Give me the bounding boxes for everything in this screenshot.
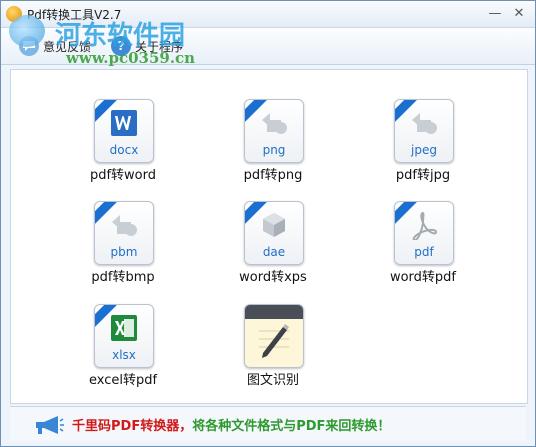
tool-pdf-to-jpg[interactable]: jpeg pdf转jpg bbox=[368, 99, 478, 189]
feedback-label: 意见反馈 bbox=[43, 39, 92, 54]
tool-grid: docx pdf转word png pdf转png jpeg pdf转jpg p… bbox=[10, 69, 528, 404]
word-icon: docx bbox=[94, 99, 154, 163]
tool-pdf-to-word[interactable]: docx pdf转word bbox=[68, 99, 178, 189]
tool-word-to-xps[interactable]: dae word转xps bbox=[218, 201, 328, 291]
app-window: Pdf转换工具V2.7 — ✕ 意见反馈 ? 关于程序 河东软件园 www.pc… bbox=[0, 0, 536, 447]
acrobat-icon: pdf bbox=[394, 201, 454, 265]
tool-label: pdf转word bbox=[89, 168, 157, 183]
tool-ocr[interactable]: 图文识别 bbox=[218, 304, 328, 394]
tool-label: word转pdf bbox=[389, 270, 457, 285]
feedback-icon bbox=[19, 36, 39, 56]
image-icon: pbm bbox=[94, 201, 154, 265]
promo-text: 千里码PDF转换器，将各种文件格式与PDF来回转换！ bbox=[72, 415, 390, 434]
tool-label: pdf转jpg bbox=[395, 168, 451, 183]
image-icon: png bbox=[244, 99, 304, 163]
cube-icon: dae bbox=[244, 201, 304, 265]
status-bar: 千里码PDF转换器，将各种文件格式与PDF来回转换！ bbox=[10, 406, 526, 441]
title-bar[interactable]: Pdf转换工具V2.7 — ✕ bbox=[1, 1, 535, 28]
toolbar: 意见反馈 ? 关于程序 bbox=[1, 28, 535, 65]
promo-red: 千里码PDF转换器， bbox=[72, 419, 193, 434]
tool-label: pdf转png bbox=[243, 168, 303, 183]
minimize-button[interactable]: — bbox=[485, 5, 505, 23]
about-label: 关于程序 bbox=[135, 39, 184, 54]
tool-pdf-to-png[interactable]: png pdf转png bbox=[218, 99, 328, 189]
feedback-button[interactable]: 意见反馈 bbox=[19, 34, 91, 58]
app-icon bbox=[6, 6, 22, 22]
tool-excel-to-pdf[interactable]: xlsx excel转pdf bbox=[68, 304, 178, 394]
megaphone-icon bbox=[36, 416, 64, 434]
tool-pdf-to-bmp[interactable]: pbm pdf转bmp bbox=[68, 201, 178, 291]
notepad-icon bbox=[244, 304, 304, 368]
tool-label: excel转pdf bbox=[88, 373, 158, 388]
tool-label: 图文识别 bbox=[246, 373, 299, 388]
tool-word-to-pdf[interactable]: pdf word转pdf bbox=[368, 201, 478, 291]
promo-green: 将各种文件格式与PDF来回转换！ bbox=[192, 419, 391, 434]
image-icon: jpeg bbox=[394, 99, 454, 163]
tool-label: word转xps bbox=[239, 270, 307, 285]
close-button[interactable]: ✕ bbox=[509, 5, 529, 23]
window-title: Pdf转换工具V2.7 bbox=[27, 8, 122, 22]
excel-icon: xlsx bbox=[94, 304, 154, 368]
tool-label: pdf转bmp bbox=[91, 270, 155, 285]
about-button[interactable]: ? 关于程序 bbox=[111, 34, 183, 58]
question-icon: ? bbox=[111, 36, 131, 56]
